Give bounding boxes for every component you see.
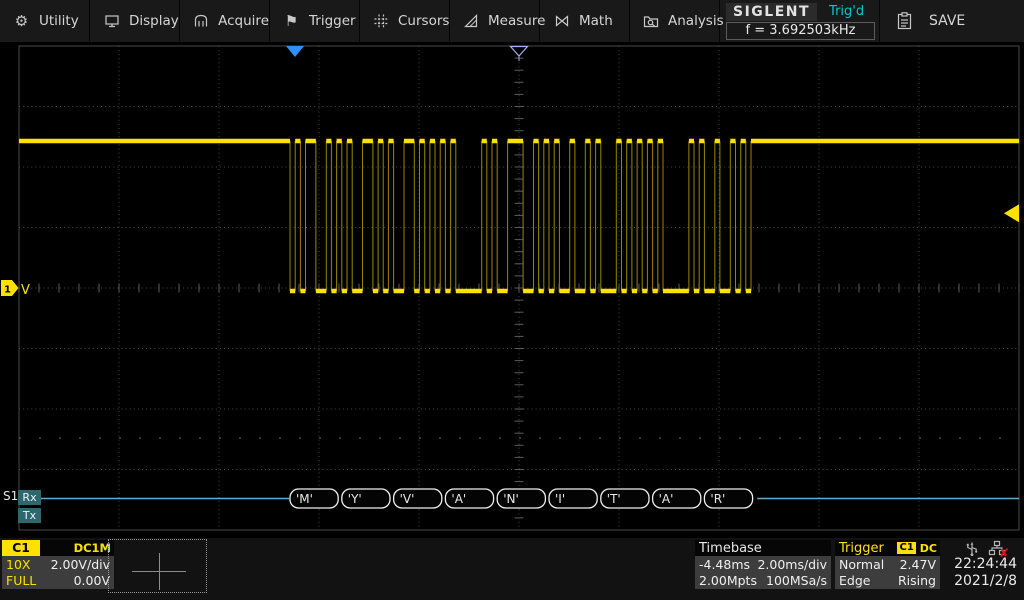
trigger-level: 2.47V [900, 557, 936, 572]
channel1-bandwidth: FULL [6, 573, 36, 588]
trigger-source-badge: C1 [897, 542, 915, 554]
usb-icon [964, 540, 980, 557]
crosshair-icon [159, 553, 160, 590]
timebase-title: Timebase [695, 540, 831, 556]
decode-frame-value: 'A' [451, 492, 466, 506]
display-icon [103, 13, 120, 30]
decode-frame-value: 'T' [607, 492, 621, 506]
trigger-delay-marker [286, 46, 304, 57]
uart-transitions [290, 141, 751, 291]
svg-text:1: 1 [4, 285, 11, 296]
channel1-scale: 2.00V/div [51, 557, 110, 572]
decode-frame-value: 'I' [555, 492, 565, 506]
time: 22:24:44 [954, 556, 1017, 573]
decode-frame-value: 'Y' [348, 492, 362, 506]
menu-bar: ⚙ Utility Display Acquire ⚑ Trigger Curs… [0, 0, 1024, 42]
menu-label: Cursors [398, 13, 449, 29]
flag-icon: ⚑ [283, 13, 300, 30]
channel1-offset: 0.00V [74, 573, 110, 588]
timebase-points: 2.00Mpts [699, 573, 757, 588]
date: 2021/2/8 [954, 573, 1017, 590]
trigger-type: Edge [839, 573, 870, 588]
channel1-probe: 10X [6, 557, 30, 572]
channel1-badge: C1 [2, 540, 40, 556]
measure-icon [463, 13, 479, 30]
acquire-icon [193, 13, 209, 30]
horizontal-reference-marker [511, 47, 528, 57]
menu-item-utility[interactable]: ⚙ Utility [0, 0, 90, 42]
menu-item-math[interactable]: Math [540, 0, 630, 42]
brand-status-block: SIGLENT Trig'd f = 3.692503kHz [720, 0, 880, 42]
trigger-coupling: DC [920, 542, 937, 555]
add-channel-placeholder[interactable] [108, 539, 207, 593]
menu-label: Display [129, 13, 179, 29]
serial-bus-label: S1 [3, 489, 18, 503]
clock: 22:24:44 2021/2/8 [954, 556, 1017, 590]
save-button[interactable]: SAVE [880, 0, 1024, 42]
channel1-descriptor-box[interactable]: C1 DC1M 10X 2.00V/div FULL 0.00V [2, 540, 114, 589]
save-label: SAVE [929, 13, 965, 29]
menu-item-cursors[interactable]: Cursors [360, 0, 450, 42]
trigger-slope: Rising [898, 573, 936, 588]
serial-tx-badge[interactable]: Tx [18, 508, 41, 523]
menu-label: Trigger [309, 13, 356, 29]
status-bar: C1 DC1M 10X 2.00V/div FULL 0.00V Timebas… [0, 538, 1024, 600]
timebase-descriptor-box[interactable]: Timebase -4.48ms 2.00ms/div 2.00Mpts 100… [695, 540, 831, 589]
serial-rx-badge[interactable]: Rx [18, 490, 41, 505]
menu-label: Measure [488, 13, 545, 29]
frequency-counter-readout: f = 3.692503kHz [726, 22, 875, 40]
menu-item-trigger[interactable]: ⚑ Trigger [270, 0, 360, 42]
waveform-area[interactable]: 1V 'M' 'Y' 'V' 'A' 'N' 'I' 'T' 'A' 'R' S1 Rx Tx [0, 42, 1024, 538]
decode-frame-value: 'V' [400, 492, 415, 506]
menu-item-acquire[interactable]: Acquire [180, 0, 270, 42]
math-icon [553, 13, 570, 30]
trigger-title: Trigger [839, 541, 884, 556]
decode-frame-value: 'A' [659, 492, 674, 506]
analysis-icon [643, 13, 659, 30]
timebase-scale: 2.00ms/div [757, 557, 827, 572]
decode-frame-value: 'N' [503, 492, 519, 506]
trigger-status-badge: Trig'd [829, 4, 864, 19]
trigger-mode: Normal [839, 557, 884, 572]
oscilloscope-screen: { "menubar": { "items": [ { "label": "Ut… [0, 0, 1024, 600]
menu-label: Acquire [218, 13, 269, 29]
timebase-samplerate: 100MSa/s [766, 573, 827, 588]
menu-label: Analysis [668, 13, 724, 29]
trigger-descriptor-box[interactable]: Trigger C1 DC Normal 2.47V Edge Rising [835, 540, 940, 589]
clipboard-icon [896, 13, 913, 30]
channel1-trace [19, 141, 1019, 291]
svg-text:V: V [21, 283, 30, 298]
waveform-display[interactable]: 1V 'M' 'Y' 'V' 'A' 'N' 'I' 'T' 'A' 'R' [0, 42, 1024, 538]
decode-frame-value: 'M' [296, 492, 313, 506]
lan-icon: ✘ [988, 540, 1006, 557]
timebase-delay: -4.48ms [699, 557, 750, 572]
siglent-logo: SIGLENT [726, 3, 817, 21]
decode-frame-value: 'R' [710, 492, 725, 506]
menu-label: Math [579, 13, 613, 29]
menu-item-measure[interactable]: Measure [450, 0, 540, 42]
trigger-level-marker [1004, 204, 1019, 222]
menu-label: Utility [39, 13, 79, 29]
menu-item-analysis[interactable]: Analysis [630, 0, 720, 42]
menu-item-display[interactable]: Display [90, 0, 180, 42]
cursors-icon [373, 13, 389, 30]
gear-icon: ⚙ [13, 13, 30, 30]
